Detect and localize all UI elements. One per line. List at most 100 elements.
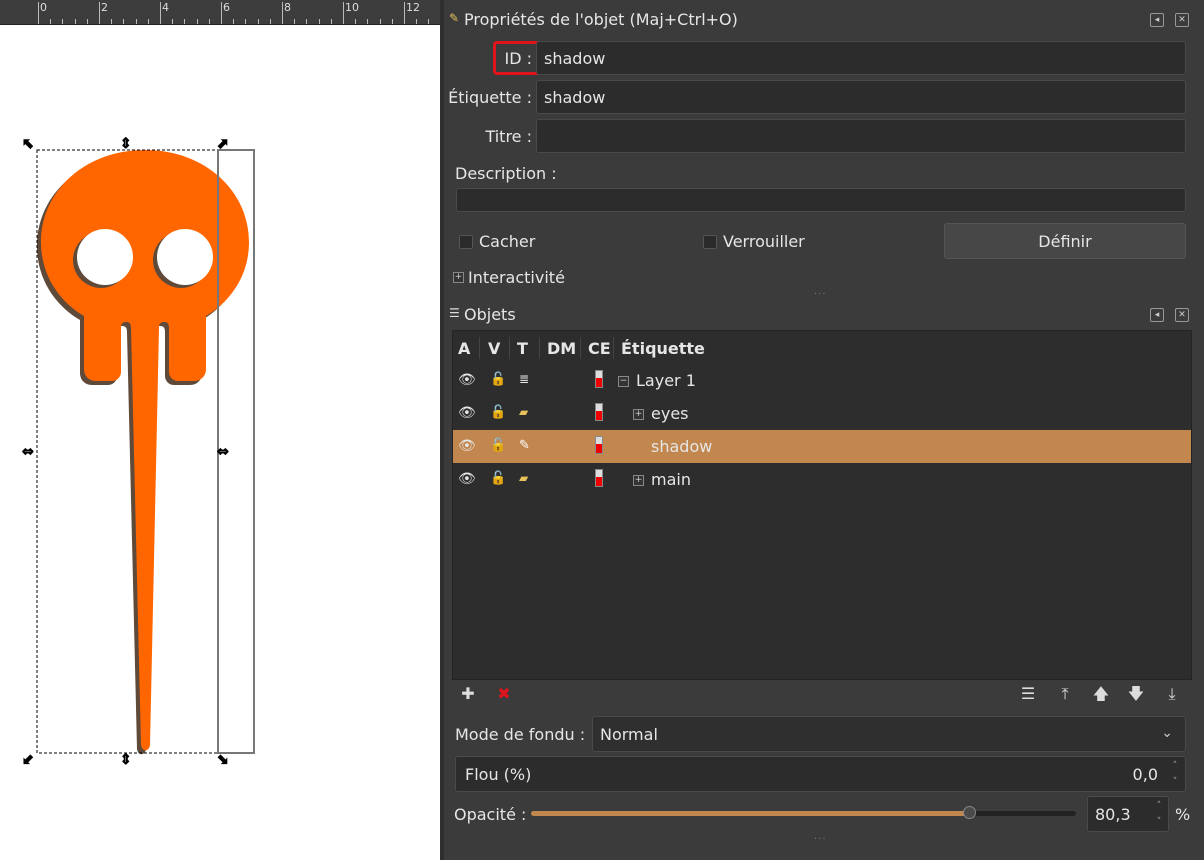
lower-icon[interactable]: 🡇 (1126, 684, 1146, 704)
dock-panel: ✎ Propriétés de l'objet (Maj+Ctrl+O) ◂ ✕… (444, 0, 1204, 860)
label-field[interactable]: shadow (536, 80, 1186, 114)
raise-icon[interactable]: 🡅 (1091, 684, 1111, 704)
ruler-tick (404, 2, 405, 24)
eye-icon[interactable]: 👁 (458, 438, 476, 454)
row-label: shadow (651, 437, 713, 456)
unlock-icon[interactable]: 🔓 (490, 438, 506, 454)
objects-icon: ☰ (449, 306, 460, 320)
handle-bottom-left: ⬋ (22, 752, 34, 768)
blend-mode-select[interactable]: Normal ⌄ (592, 716, 1186, 752)
panel-iconify-icon[interactable]: ◂ (1150, 13, 1164, 27)
objects-close-icon[interactable]: ✕ (1175, 308, 1189, 322)
properties-panel-header: ✎ Propriétés de l'objet (Maj+Ctrl+O) ◂ ✕ (444, 2, 1204, 36)
id-field[interactable]: shadow (536, 41, 1186, 75)
opacity-slider-track[interactable] (531, 806, 1076, 819)
add-layer-icon[interactable]: ✚ (458, 684, 478, 704)
ruler-label: 10 (345, 1, 359, 14)
interactivity-label[interactable]: Interactivité (468, 268, 565, 287)
clip-mask-icon[interactable] (595, 370, 603, 388)
column-separator (580, 337, 581, 359)
unlock-icon[interactable]: 🔓 (490, 471, 506, 487)
row-label: Layer 1 (636, 371, 696, 390)
unlock-icon[interactable]: 🔓 (490, 372, 506, 388)
interactivity-expander-icon[interactable]: + (453, 272, 464, 283)
properties-icon: ✎ (449, 11, 460, 25)
column-header-locked[interactable]: V (488, 339, 500, 358)
eye-icon[interactable]: 👁 (458, 471, 476, 487)
objects-panel-title: Objets (464, 304, 516, 324)
column-separator (509, 337, 510, 359)
lower-to-bottom-icon[interactable]: ⤓ (1162, 684, 1182, 704)
blend-mode-label: Mode de fondu : (455, 725, 586, 744)
column-separator (613, 337, 614, 359)
opacity-slider-handle[interactable] (962, 806, 976, 819)
blur-spinbox[interactable]: Flou (%) 0,0 ˄ ˅ (455, 756, 1186, 792)
title-field[interactable] (536, 119, 1186, 153)
clip-mask-icon[interactable] (595, 436, 603, 454)
ruler-tick (282, 2, 283, 24)
handle-mid-right: ⇔ (217, 444, 229, 460)
ruler-label: 12 (406, 1, 420, 14)
handle-mid-left: ⇔ (22, 444, 34, 460)
ruler-label: 6 (223, 1, 230, 14)
opacity-spinbox[interactable]: 80,3 ˄ ˅ (1087, 796, 1169, 832)
left-eye (77, 229, 133, 285)
group-type-icon: ▰ (519, 405, 529, 419)
ruler-tick (160, 2, 161, 24)
expand-icon[interactable]: + (633, 475, 644, 486)
unlock-icon[interactable]: 🔓 (490, 405, 506, 421)
handle-bottom-center: ⇕ (120, 752, 132, 768)
title-label: Titre : (485, 127, 532, 146)
tree-row-main[interactable]: 👁 🔓 ▰ + main (453, 463, 1191, 496)
ruler-label: 4 (162, 1, 169, 14)
objects-tree[interactable]: A V T DM CE Étiquette 👁 🔓 ≣ − Layer 1 👁 … (452, 330, 1192, 680)
right-eye (157, 229, 213, 285)
row-label: eyes (651, 404, 689, 423)
hide-checkbox[interactable] (459, 235, 473, 249)
blur-label: Flou (%) (465, 764, 532, 784)
layer-type-icon: ≣ (519, 372, 530, 386)
drawing-svg[interactable]: ⬉ ⇕ ⬈ ⇔ ⇔ ⬋ ⇕ ⬊ (0, 24, 440, 860)
tree-row-shadow[interactable]: 👁 🔓 ✎ shadow (453, 430, 1191, 463)
handle-top-right: ⬈ (217, 136, 229, 152)
ruler-label: 8 (284, 1, 291, 14)
column-header-clip[interactable]: CE (588, 339, 611, 358)
expand-icon[interactable]: + (633, 409, 644, 420)
drawing-canvas[interactable]: 0 2 4 6 8 10 12 ⬉ ⇕ ⬈ ⇔ ⇔ ⬋ ⇕ ⬊ (0, 0, 440, 860)
tree-row-eyes[interactable]: 👁 🔓 ▰ + eyes (453, 397, 1191, 430)
opacity-unit: % (1175, 805, 1191, 824)
clip-mask-icon[interactable] (595, 469, 603, 487)
column-header-type[interactable]: T (517, 339, 528, 358)
ruler-tick (343, 2, 344, 24)
clip-mask-icon[interactable] (595, 403, 603, 421)
column-header-label[interactable]: Étiquette (621, 339, 705, 358)
opacity-label: Opacité : (454, 805, 527, 824)
row-label: main (651, 470, 691, 489)
collapse-all-icon[interactable]: ☰ (1018, 684, 1038, 704)
description-field[interactable] (456, 188, 1186, 212)
panel-resize-grip[interactable]: ··· (814, 834, 827, 845)
set-button[interactable]: Définir (944, 223, 1186, 259)
opacity-down-icon[interactable]: ˅ (1153, 816, 1165, 828)
eye-icon[interactable]: 👁 (458, 372, 476, 388)
collapse-icon[interactable]: − (618, 376, 629, 387)
handle-bottom-right: ⬊ (217, 752, 229, 768)
horizontal-ruler: 0 2 4 6 8 10 12 (0, 0, 440, 25)
blur-down-icon[interactable]: ˅ (1169, 776, 1181, 788)
delete-icon[interactable]: ✖ (494, 684, 514, 704)
raise-to-top-icon[interactable]: ⤒ (1055, 684, 1075, 704)
blur-up-icon[interactable]: ˄ (1169, 760, 1181, 772)
objects-iconify-icon[interactable]: ◂ (1150, 308, 1164, 322)
properties-panel-title: Propriétés de l'objet (Maj+Ctrl+O) (464, 9, 738, 29)
lock-checkbox[interactable] (703, 235, 717, 249)
opacity-up-icon[interactable]: ˄ (1153, 800, 1165, 812)
ruler-tick (99, 2, 100, 24)
column-header-blend[interactable]: DM (547, 339, 576, 358)
eye-icon[interactable]: 👁 (458, 405, 476, 421)
column-header-visible[interactable]: A (458, 339, 470, 358)
label-value: shadow (544, 87, 606, 107)
opacity-slider-fill (531, 811, 969, 816)
panel-close-icon[interactable]: ✕ (1175, 13, 1189, 27)
tree-row-layer-1[interactable]: 👁 🔓 ≣ − Layer 1 (453, 364, 1191, 397)
column-separator (479, 337, 480, 359)
